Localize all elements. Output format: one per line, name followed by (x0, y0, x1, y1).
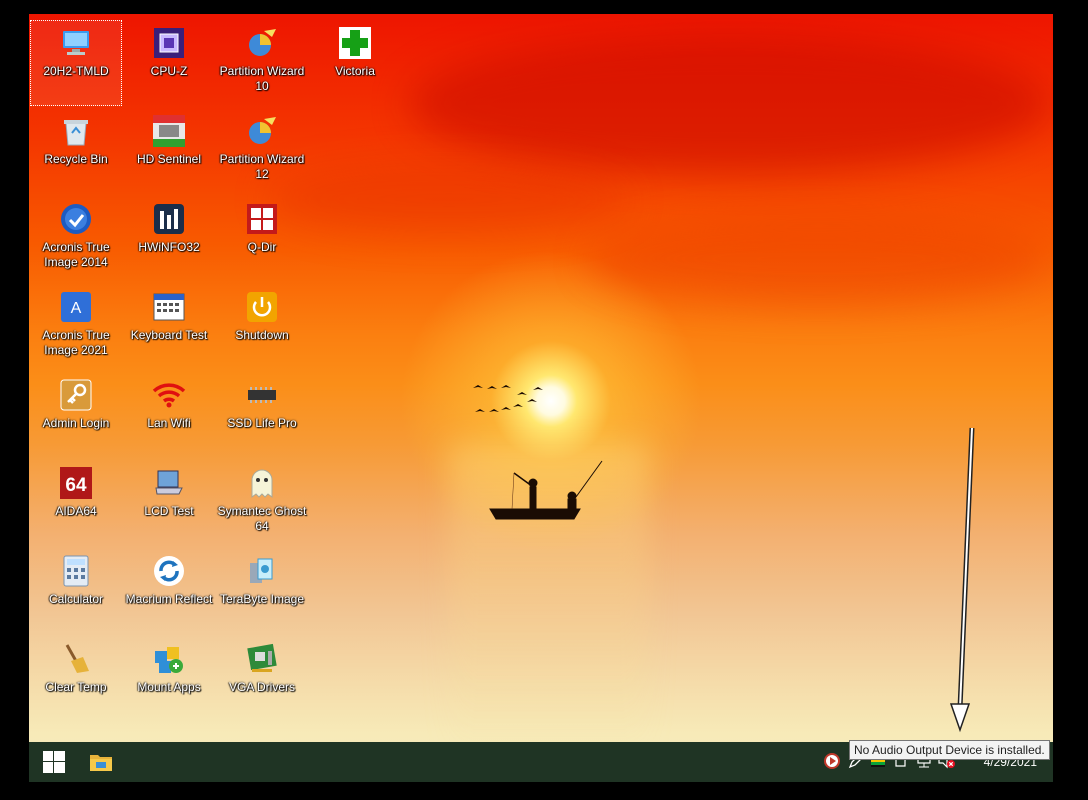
sky-cloud (409, 34, 1049, 174)
start-button[interactable] (31, 742, 77, 782)
keyboard-test-icon (152, 290, 186, 324)
desktop-icon-hwinfo32[interactable]: HWiNFO32 (123, 196, 215, 282)
desktop-icon-symantec-ghost-64[interactable]: Symantec Ghost 64 (216, 460, 308, 546)
vga-card-icon (245, 642, 279, 676)
desktop-icon-label: Admin Login (42, 416, 110, 430)
terabyte-icon (245, 554, 279, 588)
desktop-icon-label: Acronis True Image 2014 (42, 240, 110, 269)
desktop-icon-macrium-reflect[interactable]: Macrium Reflect (123, 548, 215, 634)
desktop-icon-acronis-true-image-2014[interactable]: Acronis True Image 2014 (30, 196, 122, 282)
desktop-icon-label: SSD Life Pro (227, 416, 297, 430)
wifi-icon (152, 378, 186, 412)
desktop-icon-acronis-true-image-2021[interactable]: A Acronis True Image 2021 (30, 284, 122, 370)
desktop-icon-admin-login[interactable]: Admin Login (30, 372, 122, 458)
svg-text:A: A (71, 300, 82, 317)
desktop-icon-label: Clear Temp (45, 680, 107, 694)
aida64-icon: 64 (59, 466, 93, 500)
desktop-icon-label: Symantec Ghost 64 (217, 504, 307, 533)
desktop-icon-label: Acronis True Image 2021 (42, 328, 110, 357)
desktop-icon-label: TeraByte Image (219, 592, 305, 606)
recycle-bin-icon (59, 114, 93, 148)
desktop-icon-label: Partition Wizard 10 (219, 64, 305, 93)
desktop-icon-label: Mount Apps (137, 680, 201, 694)
calculator-icon (59, 554, 93, 588)
desktop-icon-terabyte-image[interactable]: TeraByte Image (216, 548, 308, 634)
desktop-icon-label: Calculator (48, 592, 104, 606)
desktop-icon-label: Keyboard Test (130, 328, 208, 342)
svg-text:64: 64 (65, 475, 87, 496)
desktop-icon-cpu-z[interactable]: CPU-Z (123, 20, 215, 106)
ssd-chip-icon (245, 378, 279, 412)
broom-icon (59, 642, 93, 676)
hwinfo-icon (152, 202, 186, 236)
desktop-icon-hd-sentinel[interactable]: HD Sentinel (123, 108, 215, 194)
desktop-icon-calculator[interactable]: Calculator (30, 548, 122, 634)
desktop-icon-recycle-bin[interactable]: Recycle Bin (30, 108, 122, 194)
macrium-icon (152, 554, 186, 588)
desktop-icon-q-dir[interactable]: Q-Dir (216, 196, 308, 282)
q-dir-icon (245, 202, 279, 236)
windows-start-icon (43, 751, 65, 773)
desktop-icon-partition-wizard-12[interactable]: Partition Wizard 12 (216, 108, 308, 194)
desktop-icon-label: HD Sentinel (136, 152, 202, 166)
desktop-icon-lcd-test[interactable]: LCD Test (123, 460, 215, 546)
audio-tooltip: No Audio Output Device is installed. (849, 740, 1050, 760)
media-player-icon[interactable] (823, 752, 841, 770)
fishing-boat-silhouette (489, 460, 603, 520)
partition-wizard-icon (245, 114, 279, 148)
desktop-icon-vga-drivers[interactable]: VGA Drivers (216, 636, 308, 722)
desktop-icon-label: Lan Wifi (147, 416, 191, 430)
desktop-screen: 20H2-TMLD CPU-Z Partition Wizard 10 Victori… (29, 14, 1053, 782)
desktop-icon-label: VGA Drivers (228, 680, 295, 694)
desktop-icon-partition-wizard-10[interactable]: Partition Wizard 10 (216, 20, 308, 106)
desktop-icon-label: CPU-Z (150, 64, 188, 78)
hd-sentinel-icon (152, 114, 186, 148)
desktop-icon-20h2-tmld[interactable]: 20H2-TMLD (30, 20, 122, 106)
key-icon (59, 378, 93, 412)
desktop-icon-label: LCD Test (144, 504, 194, 518)
desktop-icon-label: AIDA64 (55, 504, 97, 518)
desktop-icon-label: Q-Dir (247, 240, 277, 254)
desktop-icon-ssd-life-pro[interactable]: SSD Life Pro (216, 372, 308, 458)
desktop-icon-label: 20H2-TMLD (43, 64, 109, 78)
desktop-icon-label: HWiNFO32 (138, 240, 200, 254)
desktop-icon-lan-wifi[interactable]: Lan Wifi (123, 372, 215, 458)
power-icon (245, 290, 279, 324)
desktop-icon-label: Shutdown (235, 328, 289, 342)
acronis-2021-icon: A (59, 290, 93, 324)
desktop-icon-label: Victoria (335, 64, 375, 78)
desktop-icon-mount-apps[interactable]: Mount Apps (123, 636, 215, 722)
laptop-icon (152, 466, 186, 500)
desktop-icon-label: Partition Wizard 12 (219, 152, 305, 181)
desktop-icon-shutdown[interactable]: Shutdown (216, 284, 308, 370)
mount-apps-icon (152, 642, 186, 676)
desktop-icon-victoria[interactable]: Victoria (309, 20, 401, 106)
this-pc-icon (59, 26, 93, 60)
file-explorer-button[interactable] (78, 742, 124, 782)
desktop-icon-clear-temp[interactable]: Clear Temp (30, 636, 122, 722)
acronis-2014-icon (59, 202, 93, 236)
partition-wizard-icon (245, 26, 279, 60)
desktop-icon-label: Recycle Bin (44, 152, 108, 166)
victoria-cross-icon (338, 26, 372, 60)
desktop-icon-aida64[interactable]: 64 AIDA64 (30, 460, 122, 546)
desktop-icon-keyboard-test[interactable]: Keyboard Test (123, 284, 215, 370)
file-explorer-icon (90, 755, 112, 771)
desktop-icon-label: Macrium Reflect (125, 592, 213, 606)
sky-cloud (269, 164, 629, 234)
ghost-icon (245, 466, 279, 500)
sky-cloud (589, 214, 1049, 304)
birds-silhouette (473, 385, 543, 412)
cpu-z-icon (152, 26, 186, 60)
